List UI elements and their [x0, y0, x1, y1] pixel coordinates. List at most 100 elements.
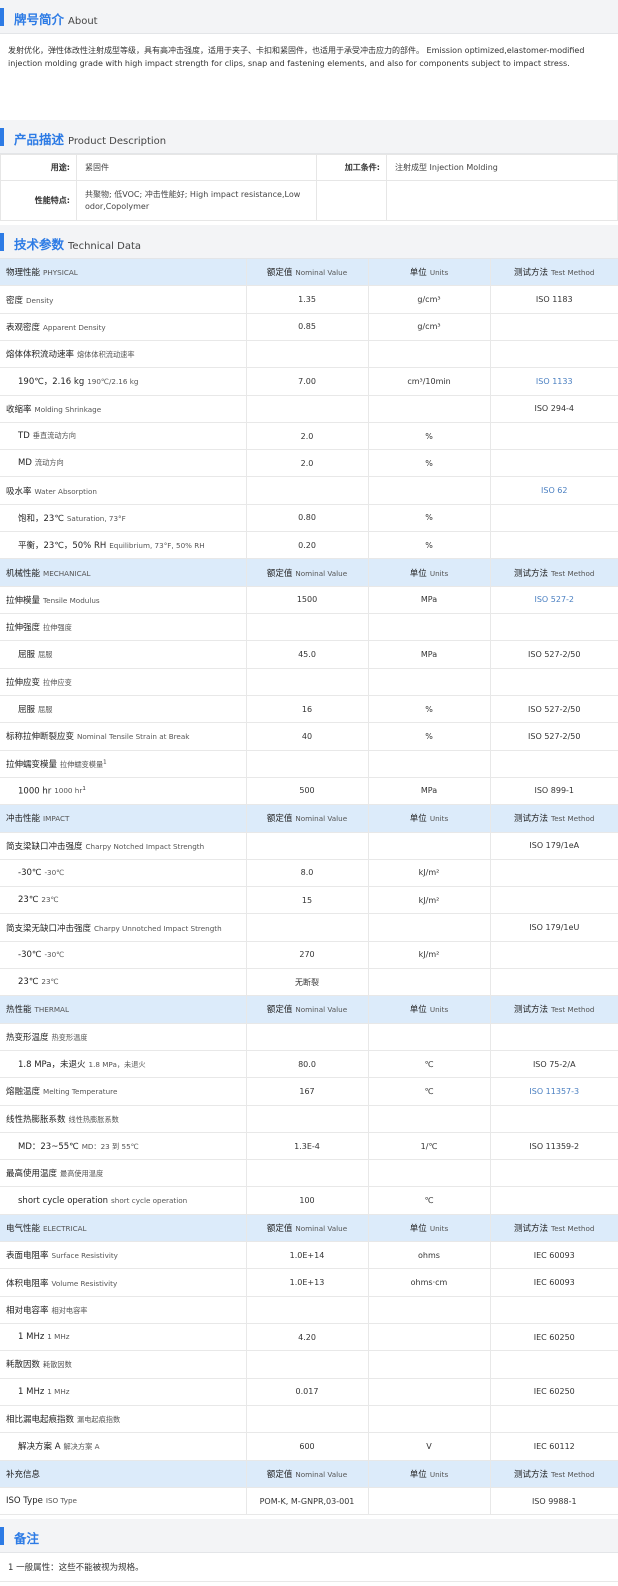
category-row: 物理性能 PHYSICAL 额定值 Nominal Value 单位 Units 测试方法 T…	[0, 259, 618, 287]
method-header: 测试方法 Test Method	[490, 995, 618, 1024]
nominal-header: 额定值 Nominal Value	[246, 804, 369, 833]
property-name-zh: 机械性能	[6, 568, 41, 579]
property-name-zh: 热变形温度	[6, 1032, 49, 1043]
test-method: ISO 11359-2	[490, 1132, 618, 1161]
table-row: -30℃ -30℃ 8.0 kJ/m²	[0, 859, 618, 888]
table-row: short cycle operation short cycle operati…	[0, 1186, 618, 1215]
property-name-en: IMPACT	[43, 814, 70, 824]
test-method	[490, 504, 618, 533]
test-method: IEC 60093	[490, 1241, 618, 1270]
property-name-zh: -30℃	[18, 867, 42, 878]
property-name: 平衡，23℃，50% RH Equilibrium, 73°F, 50% RH	[0, 531, 247, 560]
unit-value	[368, 1323, 491, 1352]
test-method: ISO 75-2/A	[490, 1050, 618, 1079]
process-label: 加工条件:	[316, 154, 387, 181]
unit-value: MPa	[368, 777, 491, 806]
nominal-value	[246, 832, 369, 860]
property-name-zh: MD：23~55℃	[18, 1142, 79, 1153]
table-row: MD 流动方向 2.0%	[0, 449, 618, 478]
unit-value: %	[368, 531, 491, 560]
notes-text: 1 一般属性：这些不能被视为规格。	[0, 1553, 618, 1583]
table-row: 标称拉伸断裂应变 Nominal Tensile Strain at Break 4…	[0, 722, 618, 751]
nominal-value: 0.80	[246, 504, 369, 533]
property-name-zh: MD	[18, 458, 32, 469]
unit-value	[368, 613, 491, 642]
units-header: 单位 Units	[368, 1460, 491, 1488]
property-name: 拉伸模量 Tensile Modulus	[0, 586, 247, 615]
property-name-zh: ISO Type	[6, 1496, 43, 1507]
units-header: 单位 Units	[368, 558, 491, 587]
category-row: 电气性能 ELECTRICAL 额定值 Nominal Value 单位 Units 测试方…	[0, 1214, 618, 1243]
nominal-header: 额定值 Nominal Value	[246, 995, 369, 1024]
table-row: 线性热膨胀系数 线性热膨胀系数	[0, 1105, 618, 1133]
table-row: 1 MHz 1 MHz 4.20 IEC 60250	[0, 1323, 618, 1352]
property-name: 热性能 THERMAL	[0, 995, 247, 1024]
about-text: 发射优化，弹性体改性注射成型等级，具有高冲击强度，适用于夹子、卡扣和紧固件，也适…	[0, 34, 618, 114]
table-row: TD 垂直流动方向 2.0%	[0, 422, 618, 451]
property-name-zh: 屈服	[18, 705, 36, 716]
test-method[interactable]: ISO 62	[490, 476, 618, 505]
about-title: 牌号简介 About	[14, 12, 98, 27]
property-name-en: 线性热膨胀系数	[68, 1114, 119, 1124]
test-method: ISO 179/1eU	[490, 913, 618, 942]
table-row: 热变形温度 热变形温度	[0, 1023, 618, 1051]
unit-value	[368, 395, 491, 423]
property-name-en: 熔体体积流动速率	[77, 350, 135, 360]
property-name-en: MD：23 到 55℃	[81, 1142, 139, 1152]
property-name-zh: short cycle operation	[18, 1195, 109, 1206]
property-name-zh: TD	[18, 431, 30, 442]
nominal-value: 0.017	[246, 1378, 369, 1406]
test-method	[490, 313, 618, 341]
unit-value: ohms·cm	[368, 1268, 491, 1297]
test-method[interactable]: ISO 11357-3	[490, 1077, 618, 1106]
table-row: 解决方案 A 解决方案 A 600 V IEC 60112	[0, 1432, 618, 1461]
nominal-value	[246, 1159, 369, 1188]
table-row: 耗散因数 耗散因数	[0, 1350, 618, 1379]
property-name: 电气性能 ELECTRICAL	[0, 1214, 247, 1243]
property-name: 屈服 屈服	[0, 640, 247, 669]
property-name-en: 23℃	[41, 895, 59, 905]
category-row: 补充信息 额定值 Nominal Value 单位 Units 测试方法 Test Meth…	[0, 1460, 618, 1488]
property-name-zh: 饱和，23℃	[18, 513, 64, 524]
test-method: IEC 60250	[490, 1323, 618, 1352]
nominal-value: 270	[246, 941, 369, 970]
product-description-table: 用途: 紧固件 加工条件: 注射成型 Injection Molding 性能特…	[0, 154, 618, 221]
property-name-en: 拉伸应变	[43, 677, 72, 687]
test-method[interactable]: ISO 527-2	[490, 586, 618, 615]
property-name-en: Molding Shrinkage	[34, 404, 102, 414]
table-row: MD：23~55℃ MD：23 到 55℃ 1.3E-4 1/℃ ISO 11359-2	[0, 1132, 618, 1161]
footnote-marker: 1	[103, 759, 107, 766]
test-method[interactable]: ISO 1133	[490, 367, 618, 396]
method-header: 测试方法 Test Method	[490, 259, 618, 287]
table-row: ISO Type ISO Type POM-K, M-GNPR,03-001 ISO …	[0, 1487, 618, 1516]
test-method	[490, 422, 618, 451]
test-method: ISO 9988-1	[490, 1487, 618, 1516]
nominal-value	[246, 476, 369, 505]
unit-value	[368, 668, 491, 696]
property-name-zh: 表面电阻率	[6, 1251, 49, 1262]
property-name: 23℃ 23℃	[0, 886, 247, 915]
property-name-zh: 相比漏电起痕指数	[6, 1415, 75, 1426]
test-method	[490, 968, 618, 997]
table-row: 1 MHz 1 MHz 0.017 IEC 60250	[0, 1378, 618, 1406]
property-name: 收缩率 Molding Shrinkage	[0, 395, 247, 423]
property-name-en: 垂直流动方向	[32, 431, 76, 441]
test-method	[490, 1186, 618, 1215]
nominal-value: 1.0E+14	[246, 1241, 369, 1270]
nominal-value: 4.20	[246, 1323, 369, 1352]
unit-value: kJ/m²	[368, 859, 491, 888]
unit-value: %	[368, 449, 491, 478]
property-name-zh: 解决方案 A	[18, 1442, 61, 1453]
method-header: 测试方法 Test Method	[490, 1460, 618, 1488]
property-name: 23℃ 23℃	[0, 968, 247, 997]
technical-data-table: 物理性能 PHYSICAL 额定值 Nominal Value 单位 Units 测试方法 T…	[0, 259, 618, 1516]
table-row: 最高使用温度 最高使用温度	[0, 1159, 618, 1188]
property-name: 标称拉伸断裂应变 Nominal Tensile Strain at Break	[0, 722, 247, 751]
property-name: 拉伸蠕变模量 拉伸蠕变模量1	[0, 750, 247, 778]
table-row: 23℃ 23℃ 无断裂	[0, 968, 618, 997]
category-row: 热性能 THERMAL 额定值 Nominal Value 单位 Units 测试方法 Tes…	[0, 995, 618, 1024]
property-name: 密度 Density	[0, 285, 247, 314]
test-method	[490, 1023, 618, 1051]
nominal-value	[246, 1350, 369, 1379]
table-row: 相比漏电起痕指数 漏电起痕指数	[0, 1405, 618, 1434]
